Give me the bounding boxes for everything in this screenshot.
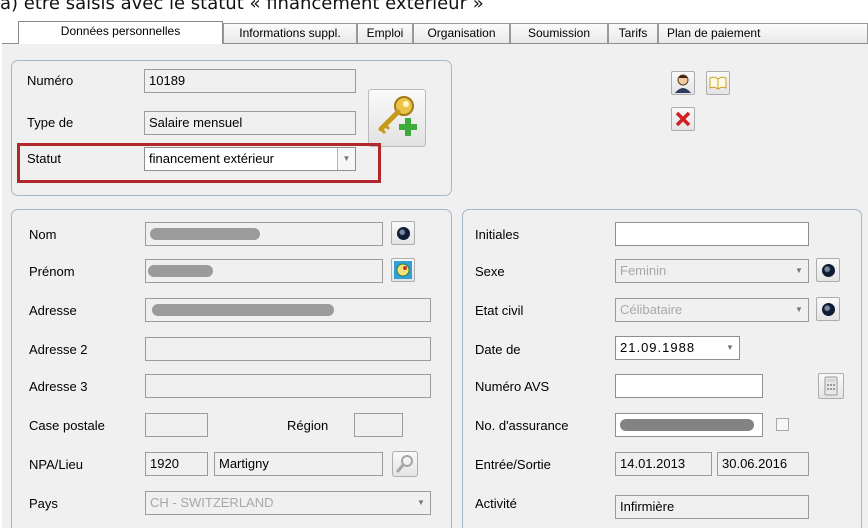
activite-label: Activité: [475, 496, 517, 511]
chevron-down-icon[interactable]: ▼: [721, 337, 739, 359]
etat-civil-label: Etat civil: [475, 303, 524, 318]
key-add-icon: [378, 96, 417, 136]
person-icon: [675, 74, 691, 93]
chevron-down-icon[interactable]: ▼: [790, 260, 808, 282]
adresse-field[interactable]: [145, 298, 431, 322]
numero-field[interactable]: 10189: [144, 69, 356, 93]
civil-details-panel: Initiales Sexe Feminin ▼ Etat civil Céli…: [462, 209, 862, 528]
region-field[interactable]: [354, 413, 403, 437]
etat-civil-action-button[interactable]: [816, 297, 840, 321]
caption-text: a) être saisis avec le statut « financem…: [0, 0, 484, 14]
adresse3-label: Adresse 3: [29, 379, 88, 394]
adresse2-field[interactable]: [145, 337, 431, 361]
tab-tarifs[interactable]: Tarifs: [608, 23, 658, 43]
redacted-value: [152, 304, 334, 316]
pays-label: Pays: [29, 496, 58, 511]
assurance-checkbox[interactable]: [776, 418, 789, 431]
activite-field[interactable]: Infirmière: [615, 495, 809, 519]
search-button[interactable]: [392, 451, 418, 477]
type-label: Type de: [27, 115, 74, 130]
date-naissance-value: 21.09.1988: [620, 340, 696, 355]
sortie-field[interactable]: 30.06.2016: [717, 452, 809, 476]
person-button[interactable]: [671, 71, 695, 95]
redacted-value: [148, 265, 213, 277]
chevron-down-icon[interactable]: ▼: [412, 492, 430, 514]
disc-icon: [397, 227, 410, 240]
type-field[interactable]: Salaire mensuel: [144, 111, 356, 135]
tab-informations-suppl[interactable]: Informations suppl.: [223, 23, 357, 43]
tab-donnees-personnelles[interactable]: Données personnelles: [18, 21, 223, 44]
tab-plan-de-paiement[interactable]: Plan de paiement: [658, 23, 868, 43]
avs-field[interactable]: [615, 374, 763, 398]
personal-details-panel: Nom Prénom Adresse Adresse 2 Adresse 3 C…: [11, 209, 452, 528]
entree-field[interactable]: 14.01.2013: [615, 452, 712, 476]
calculator-icon: [824, 376, 838, 396]
tab-soumission[interactable]: Soumission: [510, 23, 608, 43]
redacted-value: [150, 228, 260, 240]
nom-field[interactable]: [145, 222, 383, 246]
etat-civil-select[interactable]: Célibataire ▼: [615, 298, 809, 322]
key-add-button[interactable]: [368, 89, 426, 147]
entree-sortie-label: Entrée/Sortie: [475, 457, 551, 472]
nom-label: Nom: [29, 227, 57, 242]
case-postale-field[interactable]: [145, 413, 208, 437]
sexe-select[interactable]: Feminin ▼: [615, 259, 809, 283]
calculator-button[interactable]: [818, 373, 844, 399]
adresse2-label: Adresse 2: [29, 342, 88, 357]
numero-label: Numéro: [27, 73, 74, 88]
sexe-value: Feminin: [620, 263, 667, 278]
sexe-label: Sexe: [475, 264, 505, 279]
nom-action-button[interactable]: [391, 221, 415, 245]
pays-select[interactable]: CH - SWITZERLAND ▼: [145, 491, 431, 515]
region-label: Région: [287, 418, 329, 433]
book-button[interactable]: [706, 71, 730, 95]
prenom-label: Prénom: [29, 264, 75, 279]
delete-x-icon: [675, 111, 691, 127]
date-naissance-label: Date de: [475, 342, 521, 357]
statut-highlight-box: [17, 143, 381, 183]
pays-value: CH - SWITZERLAND: [150, 495, 274, 510]
tab-emploi[interactable]: Emploi: [357, 23, 413, 43]
prenom-action-button[interactable]: [391, 258, 415, 282]
search-icon: [396, 455, 413, 473]
lieu-field[interactable]: Martigny: [214, 452, 383, 476]
chevron-down-icon[interactable]: ▼: [790, 299, 808, 321]
disc-icon: [822, 264, 835, 277]
npa-lieu-label: NPA/Lieu: [29, 457, 83, 472]
initiales-label: Initiales: [475, 227, 520, 242]
redacted-value: [620, 419, 754, 431]
book-icon: [709, 76, 727, 90]
date-naissance-picker[interactable]: 21.09.1988 ▼: [615, 336, 740, 360]
sexe-action-button[interactable]: [816, 258, 840, 282]
assurance-field[interactable]: [615, 413, 763, 437]
adresse-label: Adresse: [29, 303, 77, 318]
npa-field[interactable]: 1920: [145, 452, 208, 476]
delete-button[interactable]: [671, 107, 695, 131]
case-postale-label: Case postale: [29, 418, 105, 433]
globe-person-icon: [394, 261, 412, 279]
etat-civil-value: Célibataire: [620, 302, 683, 317]
prenom-field[interactable]: [145, 259, 383, 283]
initiales-field[interactable]: [615, 222, 809, 246]
adresse3-field[interactable]: [145, 374, 431, 398]
disc-icon: [822, 303, 835, 316]
tab-strip: Données personnelles Informations suppl.…: [18, 21, 868, 44]
tab-organisation[interactable]: Organisation: [413, 23, 510, 43]
avs-label: Numéro AVS: [475, 379, 550, 394]
assurance-label: No. d'assurance: [475, 418, 569, 433]
